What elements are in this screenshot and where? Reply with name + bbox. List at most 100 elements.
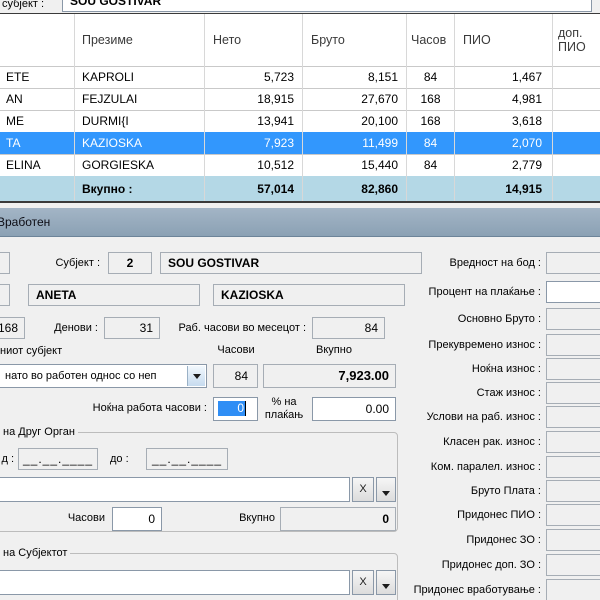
cell-surname: GORGIESKA (75, 154, 205, 176)
cell-surname: KAZIOSKA (75, 132, 205, 154)
cell-hours: 168 (407, 88, 455, 110)
table-row[interactable]: ME DURMI{I 13,941 20,100 168 3,618 (0, 110, 600, 133)
date-to-input[interactable]: __.__.____ (146, 448, 228, 470)
cell-bruto: 20,100 (303, 110, 407, 132)
clear-button[interactable]: X (352, 477, 374, 502)
hours-column-header: Часови (213, 343, 259, 357)
totals-bruto: 82,860 (303, 176, 407, 201)
other-total-field: 0 (280, 507, 396, 531)
pct-input[interactable]: 0.00 (312, 397, 396, 421)
first-name-field: ANETA (28, 284, 200, 306)
days-field: 31 (104, 317, 160, 339)
cell-bruto: 8,151 (303, 66, 407, 88)
cell-pio: 2,070 (455, 132, 553, 154)
chevron-down-icon[interactable] (187, 366, 205, 386)
cell-neto: 10,512 (205, 154, 303, 176)
cell-hours: 84 (407, 132, 455, 154)
top-subject-input[interactable]: SOU GOSTIVAR (62, 0, 592, 12)
cell-name: ME (0, 110, 75, 132)
cell-hours: 168 (407, 110, 455, 132)
right-field (546, 382, 600, 404)
right-label: Придонес доп. ЗО : (406, 554, 541, 576)
table-row[interactable]: ELINA GORGIESKA 10,512 15,440 84 2,779 (0, 154, 600, 177)
date-from-label: д : (0, 448, 14, 470)
pct-label: % на плаќањ (258, 396, 310, 422)
cell-name: ELINA (0, 154, 75, 176)
right-field (546, 554, 600, 576)
cell-hours: 84 (407, 154, 455, 176)
main-total-field: 7,923.00 (263, 364, 396, 388)
right-field (546, 504, 600, 526)
right-label: Услови на раб. износ : (406, 406, 541, 428)
cell-name: TA (0, 132, 75, 154)
table-header-row: Презиме Нето Бруто Часов ПИО доп. ПИО (0, 14, 600, 67)
table-row[interactable]: ETE KAPROLI 5,723 8,151 84 1,467 (0, 66, 600, 89)
col-hours: Часов (407, 14, 455, 66)
right-label: Ком. паралел. износ : (406, 456, 541, 478)
cell-dop-pio (553, 110, 600, 132)
right-field (546, 308, 600, 330)
right-label: Придонес ЗО : (406, 529, 541, 551)
payroll-window: субјект : SOU GOSTIVAR Презиме Нето Брут… (0, 0, 600, 600)
totals-dop-pio (553, 176, 600, 201)
subject-combobox[interactable] (0, 570, 350, 595)
other-organ-combobox[interactable] (0, 477, 350, 502)
cell-pio: 1,467 (455, 66, 553, 88)
last-name-field: KAZIOSKA (213, 284, 405, 306)
cell-dop-pio (553, 66, 600, 88)
right-label: Вредност на бод : (406, 252, 541, 274)
cell-dop-pio (553, 88, 600, 110)
cell-hours: 84 (407, 66, 455, 88)
other-total-label: Вкупно (225, 507, 275, 529)
right-label: Основно Бруто : (406, 308, 541, 330)
right-label: Прекувремено износ : (406, 334, 541, 356)
other-hours-input[interactable]: 0 (112, 507, 162, 531)
cell-bruto: 11,499 (303, 132, 407, 154)
cell-name: AN (0, 88, 75, 110)
right-field (546, 406, 600, 428)
table-totals-row: Вкупно : 57,014 82,860 14,915 (0, 176, 600, 201)
col-dop-pio: доп. ПИО (553, 14, 600, 66)
right-field (546, 334, 600, 356)
cell-neto: 5,723 (205, 66, 303, 88)
clear-button[interactable]: X (352, 570, 374, 595)
totals-label: Вкупно : (75, 176, 205, 201)
date-to-label: до : (110, 448, 129, 470)
cell-neto: 18,915 (205, 88, 303, 110)
employees-table: Презиме Нето Бруто Часов ПИО доп. ПИО ET… (0, 14, 600, 203)
month-hours-field: 84 (312, 317, 385, 339)
fund-hours-field: 168 (0, 317, 25, 339)
cell-bruto: 15,440 (303, 154, 407, 176)
cell-pio: 3,618 (455, 110, 553, 132)
right-field-percent-input[interactable] (546, 281, 600, 303)
table-row[interactable]: AN FEJZULAI 18,915 27,670 168 4,981 (0, 88, 600, 111)
date-from-input[interactable]: __.__.____ (18, 448, 98, 470)
other-hours-label: Часови (55, 507, 105, 529)
right-field (546, 529, 600, 551)
cell-bruto: 27,670 (303, 88, 407, 110)
col-bruto: Бруто (303, 14, 407, 66)
main-group-label: ниот субјект (0, 344, 62, 358)
month-hours-label: Раб. часови во месецот : (168, 317, 306, 339)
days-label: Денови : (28, 317, 98, 339)
cell-name: ETE (0, 66, 75, 88)
employee-id-field-cut (0, 284, 10, 306)
dropdown-button[interactable] (376, 570, 396, 595)
relation-combobox[interactable]: нато во работен однос со неп (0, 364, 207, 388)
dropdown-button[interactable] (376, 477, 396, 502)
cell-surname: KAPROLI (75, 66, 205, 88)
col-surname: Презиме (75, 14, 205, 66)
total-column-header: Вкупно (306, 343, 362, 357)
col-pio: ПИО (455, 14, 553, 66)
right-label: Стаж износ : (406, 382, 541, 404)
col-neto: Нето (205, 14, 303, 66)
right-label: Придонес вработување : (406, 579, 541, 600)
section-bar-title: Вработен (0, 208, 50, 236)
night-hours-input[interactable]: 0 (213, 397, 258, 421)
right-field (546, 456, 600, 478)
col-name (0, 14, 75, 66)
table-row-selected[interactable]: TA KAZIOSKA 7,923 11,499 84 2,070 (0, 132, 600, 155)
totals-pio: 14,915 (455, 176, 553, 201)
cell-surname: DURMI{I (75, 110, 205, 132)
right-label: Класен рак. износ : (406, 431, 541, 453)
